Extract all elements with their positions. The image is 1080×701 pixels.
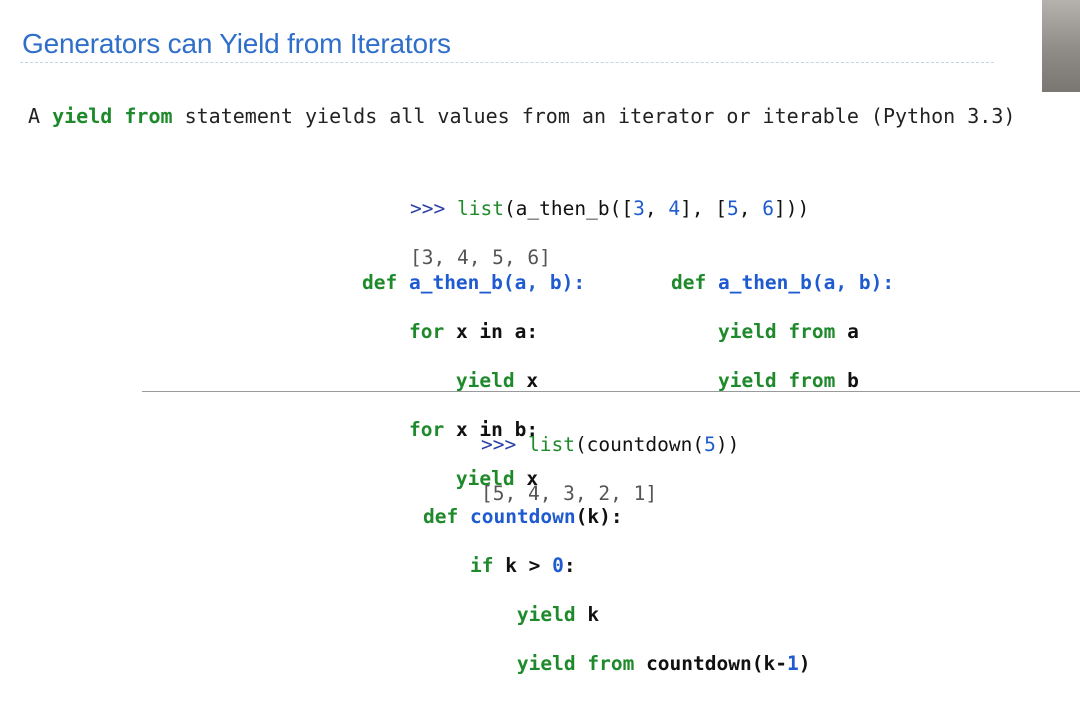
code-line: yield k [423, 603, 810, 628]
call-sep: , [738, 196, 763, 220]
call-args: )) [715, 432, 740, 456]
code-text: countdown(k- [634, 651, 787, 675]
code-text: x in a: [444, 319, 539, 343]
call-num: 5 [727, 196, 739, 220]
yield-from-keyword: yield from [717, 319, 836, 343]
code-line: def countdown(k): [423, 505, 810, 530]
call-num: 5 [704, 432, 716, 456]
func-name: countdown [469, 504, 576, 528]
code-line: def a_then_b(a, b): [362, 271, 585, 296]
yield-keyword: yield [516, 602, 576, 626]
call-num: 4 [668, 196, 681, 220]
code-number: 0 [552, 553, 564, 577]
intro-keyword-from: from [124, 104, 173, 128]
code-line: if k > 0: [423, 554, 810, 579]
code-number: 1 [786, 651, 799, 675]
call-num: 3 [633, 196, 645, 220]
def-keyword: def [671, 270, 718, 294]
call-args: ])) [774, 196, 810, 220]
def-keyword: def [362, 270, 409, 294]
yield-from-keyword: yield from [717, 368, 836, 392]
func-signature: a_then_b(a, b): [717, 270, 895, 294]
code-text: k [575, 602, 600, 626]
def-keyword: def [423, 504, 470, 528]
webcam-thumbnail [1042, 0, 1080, 92]
repl-prompt: >>> [481, 432, 528, 456]
code-line: for x in a: [362, 320, 585, 345]
title-divider [20, 62, 994, 63]
example1-call-line: >>> list(a_then_b([3, 4], [5, 6])) [410, 197, 809, 222]
call-fn: list [456, 196, 504, 220]
intro-space [112, 104, 124, 128]
code-text: (k): [575, 504, 623, 528]
code-line: yield x [362, 369, 585, 394]
yield-from-keyword: yield from [516, 651, 635, 675]
call-args: ], [ [680, 196, 728, 220]
intro-text-rest: statement yields all values from an iter… [172, 104, 1016, 128]
code-line: def a_then_b(a, b): [671, 271, 894, 296]
slide-title: Generators can Yield from Iterators [22, 28, 451, 59]
call-fn: list [527, 432, 575, 456]
code-line: yield from b [671, 369, 894, 394]
example2-call-line: >>> list(countdown(5)) [481, 433, 739, 458]
if-keyword: if [469, 553, 494, 577]
code-text: k > [493, 553, 553, 577]
repl-prompt: >>> [410, 196, 457, 220]
code-text: : [563, 553, 576, 577]
call-args: (countdown( [574, 432, 705, 456]
code-text: a [835, 319, 859, 343]
code-line: yield from countdown(k-1) [423, 651, 811, 677]
yield-keyword: yield [455, 368, 515, 392]
func-signature: a_then_b(a, b): [408, 270, 586, 294]
for-keyword: for [408, 417, 445, 441]
code-line: yield from a [671, 320, 894, 345]
example2-def: def countdown(k): if k > 0: yield k yiel… [423, 480, 810, 701]
intro-sentence: A yield from statement yields all values… [28, 104, 1015, 128]
call-num: 6 [762, 196, 775, 220]
section-divider [142, 391, 1080, 392]
for-keyword: for [408, 319, 445, 343]
intro-keyword-yield: yield [52, 104, 113, 128]
code-text: x [514, 368, 539, 392]
code-text: b [835, 368, 859, 392]
intro-text-a: A [28, 104, 53, 128]
code-text: ) [798, 651, 811, 675]
call-args: (a_then_b([ [503, 196, 634, 220]
call-sep: , [644, 196, 669, 220]
